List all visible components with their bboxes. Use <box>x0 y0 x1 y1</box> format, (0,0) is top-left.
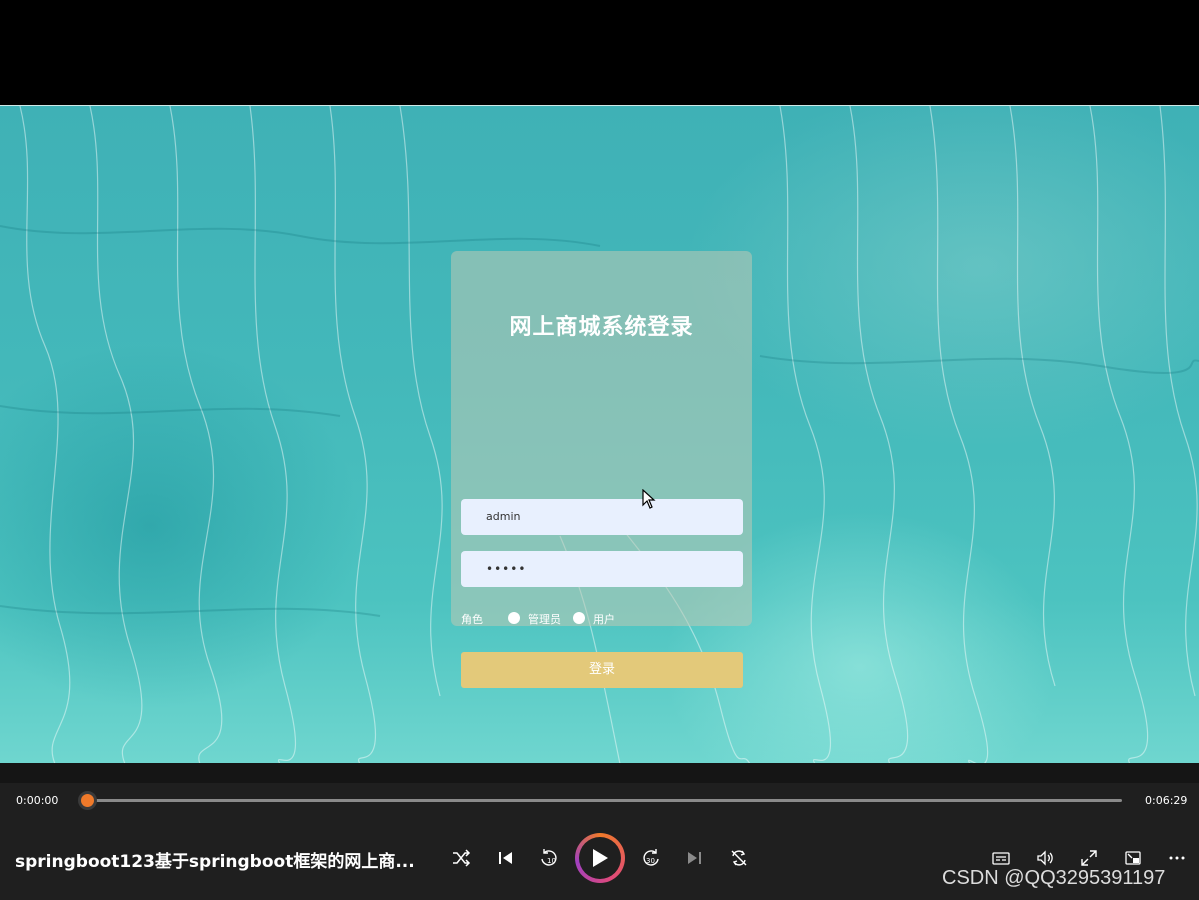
seek-bar[interactable] <box>87 799 1122 802</box>
volume-icon <box>1037 850 1053 866</box>
play-button[interactable] <box>575 833 625 883</box>
video-title: springboot123基于springboot框架的网上商... <box>15 852 415 872</box>
shuffle-icon <box>453 849 471 867</box>
captions-icon <box>992 852 1010 865</box>
login-button[interactable]: 登录 <box>461 652 743 688</box>
login-card: 网上商城系统登录 admin ••••• 角色 管理员 用户 登录 <box>451 251 752 688</box>
mouse-cursor-icon <box>642 489 656 509</box>
repeat-icon <box>731 850 747 866</box>
shuffle-button[interactable] <box>447 844 475 872</box>
media-player-window: 网上商城系统登录 admin ••••• 角色 管理员 用户 登录 0:00:0… <box>0 0 1199 900</box>
fullscreen-icon <box>1081 850 1097 866</box>
play-icon <box>593 849 608 867</box>
miniplayer-icon <box>1125 851 1141 865</box>
csdn-watermark: CSDN @QQ3295391197 <box>942 867 1166 889</box>
username-field[interactable]: admin <box>461 499 743 535</box>
previous-button[interactable] <box>491 844 519 872</box>
svg-text:10: 10 <box>547 857 556 865</box>
role-option-user-label[interactable]: 用户 <box>593 611 615 627</box>
forward-30-button[interactable]: 30 <box>637 844 665 872</box>
next-icon <box>688 852 701 864</box>
forward-30-icon: 30 <box>643 849 659 866</box>
controls-top-strip <box>0 763 1199 783</box>
more-icon <box>1169 856 1185 860</box>
role-label: 角色 <box>461 613 483 626</box>
role-radio-admin[interactable] <box>508 612 520 624</box>
svg-text:30: 30 <box>646 857 655 865</box>
seek-thumb[interactable] <box>78 791 97 810</box>
role-selector: 角色 管理员 用户 <box>461 611 743 627</box>
next-button[interactable] <box>681 844 709 872</box>
current-time: 0:00:00 <box>16 794 59 807</box>
player-controls: 0:00:00 0:06:29 springboot123基于springboo… <box>0 763 1199 900</box>
more-button[interactable] <box>1163 844 1191 872</box>
play-button-inner <box>579 837 621 879</box>
rewind-10-icon: 10 <box>541 849 557 866</box>
previous-icon <box>499 852 512 864</box>
repeat-button[interactable] <box>725 844 753 872</box>
rewind-10-button[interactable]: 10 <box>535 844 563 872</box>
password-field[interactable]: ••••• <box>461 551 743 587</box>
login-title: 网上商城系统登录 <box>509 315 694 340</box>
role-option-admin-label[interactable]: 管理员 <box>528 611 561 627</box>
total-time: 0:06:29 <box>1145 794 1188 807</box>
role-radio-user[interactable] <box>573 612 585 624</box>
video-frame[interactable]: 网上商城系统登录 admin ••••• 角色 管理员 用户 登录 <box>0 105 1199 763</box>
